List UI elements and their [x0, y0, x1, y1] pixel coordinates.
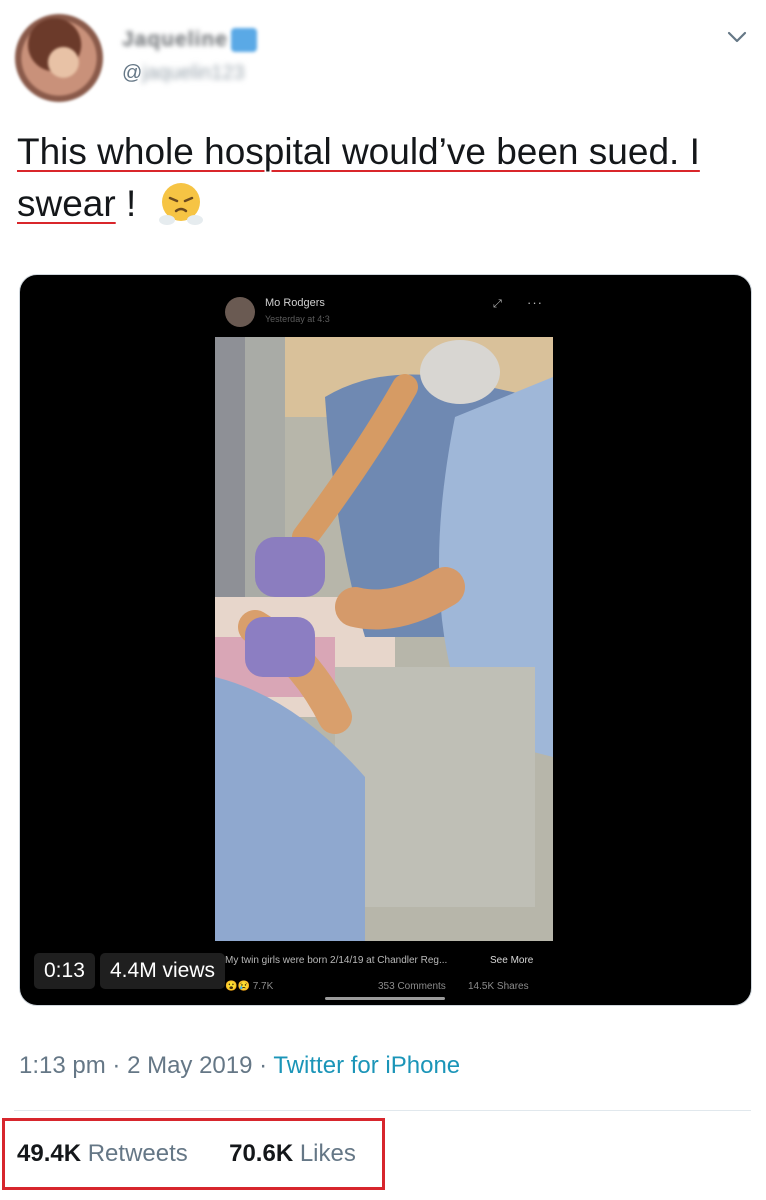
handle-blurred: jaquelin123: [142, 62, 245, 84]
likes-count: 70.6K: [229, 1140, 294, 1167]
tweet-text-line2: swear: [17, 183, 116, 224]
meta-separator: ·: [112, 1052, 121, 1079]
tweet-source-link[interactable]: Twitter for iPhone: [273, 1052, 460, 1079]
fb-comments-count: 353 Comments: [378, 981, 446, 992]
fb-post-time: Yesterday at 4:3: [265, 314, 330, 324]
more-options-icon: ···: [527, 295, 543, 310]
video-duration: 0:13: [34, 953, 95, 989]
fb-post-header: Mo Rodgers Yesterday at 4:3 ⤢ ···: [225, 295, 545, 339]
expand-icon: ⤢: [493, 298, 502, 310]
retweets-stat[interactable]: 49.4K Retweets: [17, 1140, 188, 1167]
author-display-name[interactable]: Jaqueline: [122, 28, 228, 52]
fb-reactions-count: 😮😢 7.7K: [225, 981, 274, 992]
fb-shares-count: 14.5K Shares: [468, 981, 529, 992]
video-views: 4.4M views: [100, 953, 226, 989]
fb-poster-name: Mo Rodgers: [265, 297, 325, 309]
likes-stat[interactable]: 70.6K Likes: [229, 1140, 356, 1167]
retweets-count: 49.4K: [17, 1140, 82, 1167]
author-avatar[interactable]: [15, 14, 103, 102]
retweets-label: Retweets: [87, 1140, 188, 1167]
fb-reactions-value: 7.7K: [252, 981, 274, 992]
tweet-meta: 1:13 pm · 2 May 2019 · Twitter for iPhon…: [19, 1052, 460, 1080]
video-player[interactable]: Mo Rodgers Yesterday at 4:3 ⤢ ··· My twi…: [19, 274, 752, 1006]
tweet-stats: 49.4K Retweets 70.6K Likes: [17, 1140, 356, 1168]
fb-caption: My twin girls were born 2/14/19 at Chand…: [225, 955, 448, 966]
tweet-text-line1: This whole hospital would’ve been sued. …: [17, 131, 700, 172]
likes-label: Likes: [299, 1140, 356, 1167]
fb-poster-avatar: [225, 297, 255, 327]
video-frame: [215, 337, 553, 941]
chevron-down-icon[interactable]: [724, 24, 750, 50]
tweet-text-punct: !: [115, 183, 137, 224]
tweet-text: This whole hospital would’ve been sued. …: [17, 126, 747, 230]
fb-see-more: See More: [490, 955, 534, 966]
tweet-date: 2 May 2019: [127, 1052, 253, 1079]
video-scrub-indicator: [325, 997, 445, 1000]
author-handle[interactable]: @jaquelin123: [122, 62, 245, 85]
meta-separator: ·: [259, 1052, 268, 1079]
verified-badge-icon: [231, 28, 257, 52]
divider: [14, 1110, 751, 1111]
tweet-time: 1:13 pm: [19, 1052, 106, 1079]
handle-at: @: [122, 62, 143, 84]
face-with-steam-from-nose-icon: [158, 183, 203, 225]
